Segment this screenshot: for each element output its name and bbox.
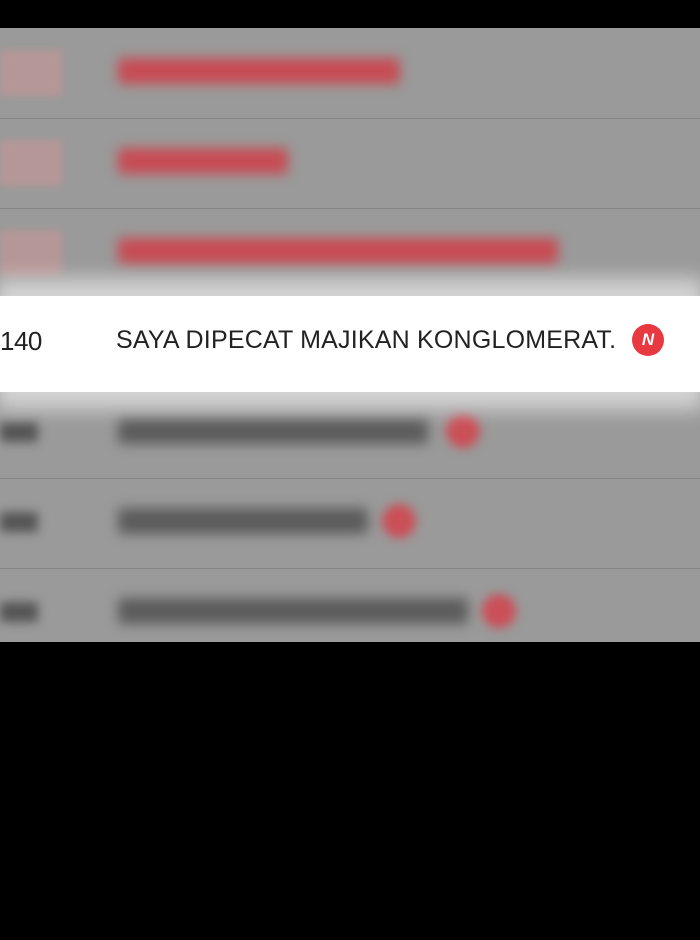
episode-thumbnail (0, 140, 62, 186)
highlighted-episode-row[interactable]: 140 SAYA DIPECAT MAJIKAN KONGLOMERAT. N (0, 296, 700, 392)
blurred-episode-title (118, 418, 428, 444)
new-badge-icon (482, 594, 516, 628)
blurred-episode-title (118, 58, 400, 84)
episode-thumbnail (0, 230, 62, 276)
blurred-episode-title (118, 148, 288, 174)
episode-title: SAYA DIPECAT MAJIKAN KONGLOMERAT. (116, 326, 617, 354)
list-item[interactable] (0, 388, 700, 478)
list-item[interactable] (0, 118, 700, 208)
new-badge-icon: N (632, 324, 664, 356)
list-item[interactable] (0, 568, 700, 642)
episode-number: 140 (0, 326, 42, 356)
blurred-episode-number (0, 422, 38, 442)
list-item[interactable] (0, 208, 700, 298)
list-item[interactable] (0, 28, 700, 118)
list-item[interactable] (0, 478, 700, 568)
blurred-episode-number (0, 602, 38, 622)
blurred-episode-number (0, 512, 38, 532)
bottom-black-area (0, 642, 700, 940)
blurred-episode-title (118, 598, 468, 624)
episode-thumbnail (0, 50, 62, 96)
blurred-episode-title (118, 238, 558, 264)
top-notch (300, 0, 400, 28)
blurred-episode-title (118, 508, 368, 534)
new-badge-icon (446, 414, 480, 448)
new-badge-icon (382, 504, 416, 538)
